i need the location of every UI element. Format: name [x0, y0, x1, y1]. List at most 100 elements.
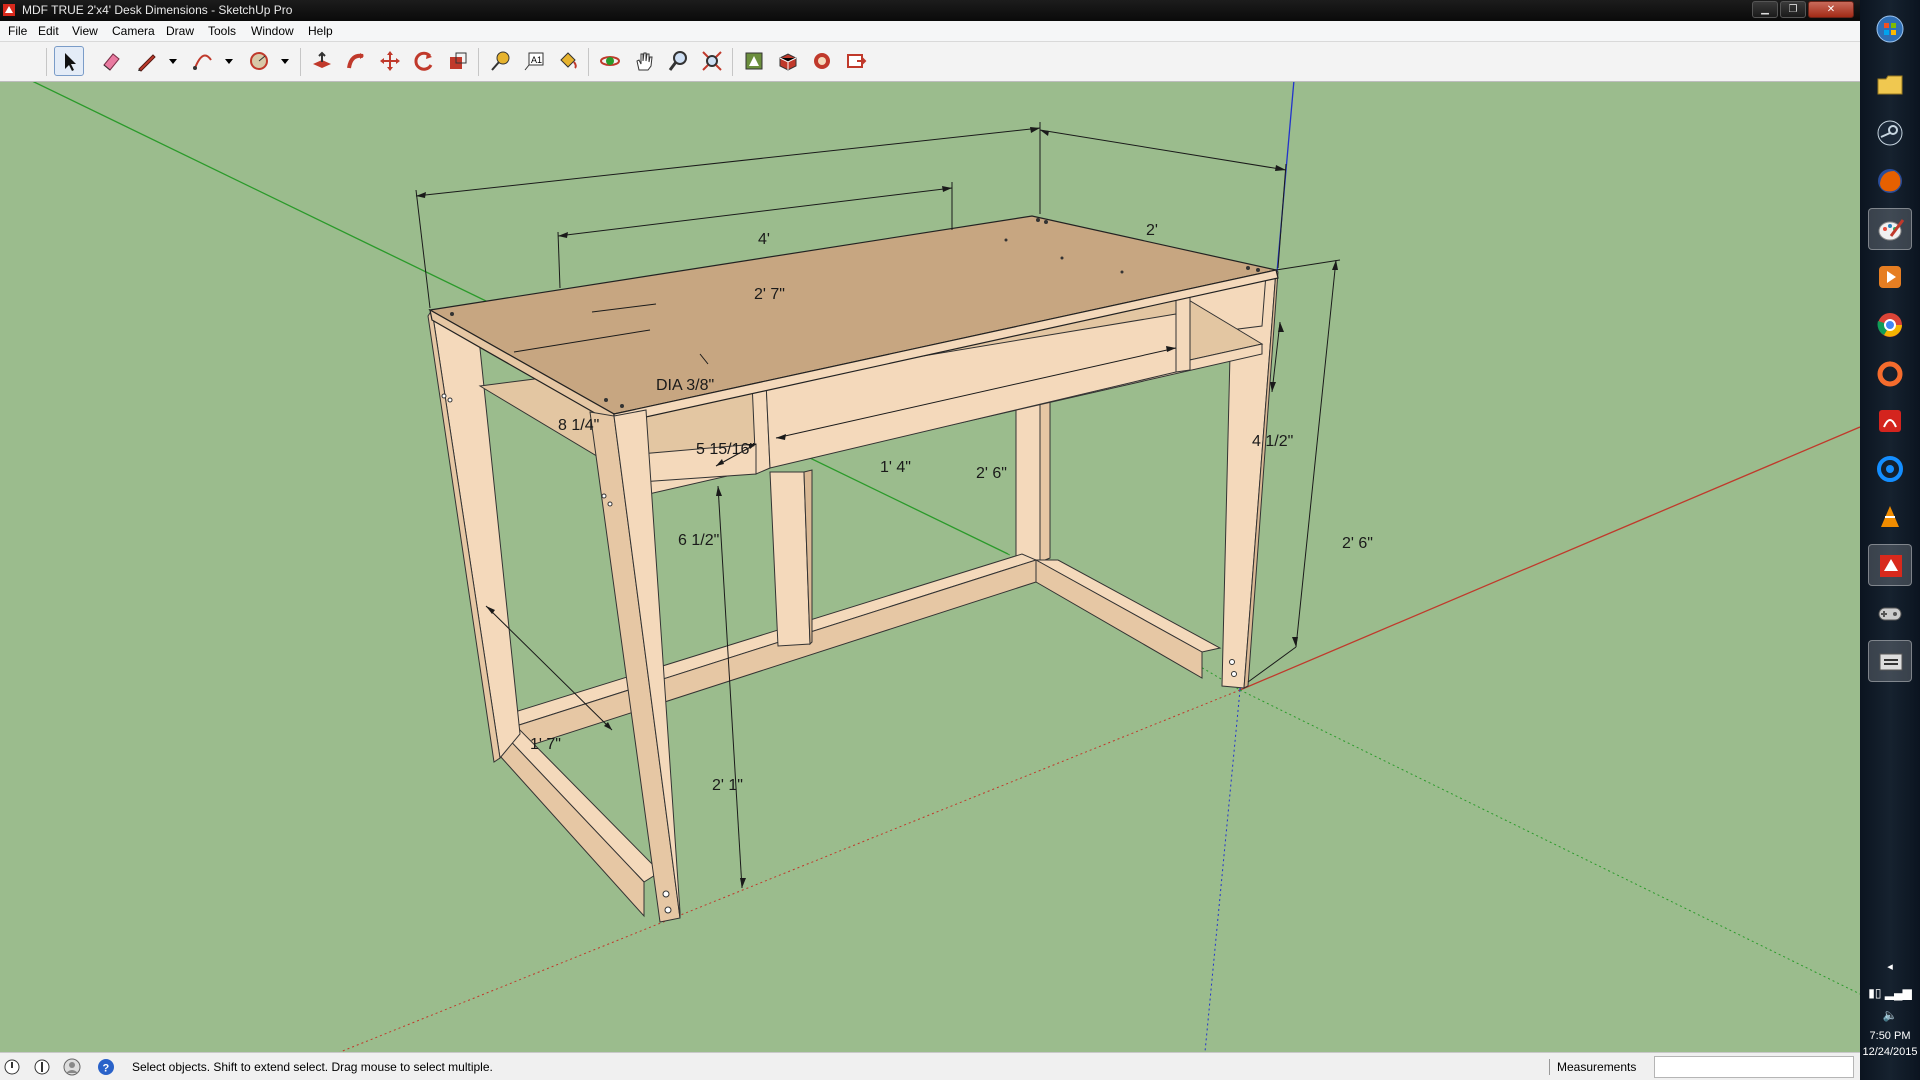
dim-hole-label: DIA 3/8": [656, 377, 714, 394]
taskbar-chrome[interactable]: [1868, 304, 1912, 346]
geo-location-icon[interactable]: [3, 1058, 21, 1076]
measurements-input[interactable]: [1654, 1056, 1854, 1078]
taskbar-sketchup[interactable]: [1868, 544, 1912, 586]
minimize-button[interactable]: ▁: [1752, 1, 1778, 18]
red-axis-hidden: [339, 689, 1241, 1052]
back-left-leg: [427, 308, 521, 763]
dim-top-length-label: 2' 7": [754, 286, 785, 303]
start-button[interactable]: [1868, 8, 1912, 50]
push-pull-icon: [313, 51, 331, 68]
text-icon: A1: [524, 52, 544, 71]
eraser-tool[interactable]: [96, 46, 126, 76]
menu-edit[interactable]: Edit: [38, 24, 59, 38]
middle-support-leg: [769, 469, 813, 647]
sketchup-icon: [1880, 555, 1902, 577]
toolbar-separator: [300, 48, 301, 76]
tray-volume-icon[interactable]: 🔈: [1860, 1008, 1920, 1022]
zoom-tool[interactable]: [663, 46, 693, 76]
arc-tool[interactable]: [188, 46, 218, 76]
title-bar[interactable]: MDF TRUE 2'x4' Desk Dimensions - SketchU…: [0, 0, 1860, 21]
menu-camera[interactable]: Camera: [112, 24, 155, 38]
red-axis: [1239, 426, 1860, 691]
dim-shelf-depth-label: 1' 4": [880, 459, 911, 476]
status-bar: ? Select objects. Shift to extend select…: [0, 1052, 1860, 1080]
chevron-down-icon[interactable]: [280, 56, 290, 66]
orbit-tool[interactable]: [595, 46, 625, 76]
toolbar-grip: [46, 48, 47, 76]
chevron-down-icon[interactable]: [224, 56, 234, 66]
help-icon[interactable]: ?: [97, 1058, 115, 1076]
clock-time[interactable]: 7:50 PM: [1860, 1030, 1920, 1042]
menu-bar: File Edit View Camera Draw Tools Window …: [0, 21, 1860, 42]
taskbar-firefox[interactable]: [1868, 160, 1912, 202]
right-bottom-rail: [1034, 559, 1222, 679]
3d-warehouse-tool[interactable]: [739, 46, 769, 76]
pan-tool[interactable]: [629, 46, 659, 76]
svg-text:A1: A1: [531, 55, 542, 65]
menu-tools[interactable]: Tools: [208, 24, 236, 38]
taskbar-steam[interactable]: [1868, 112, 1912, 154]
measurements-separator: [1549, 1059, 1550, 1075]
steam-icon: [1877, 120, 1903, 146]
scale-tool[interactable]: [443, 46, 473, 76]
follow-me-tool[interactable]: [341, 46, 371, 76]
arrow-icon: [65, 53, 76, 71]
restore-button[interactable]: ❐: [1780, 1, 1806, 18]
pencil-icon: [138, 54, 156, 72]
extension-warehouse-tool[interactable]: [773, 46, 803, 76]
hand-icon: [636, 52, 653, 71]
zoom-extents-tool[interactable]: [697, 46, 727, 76]
windows-orb-icon: [1876, 15, 1904, 43]
move-tool[interactable]: [375, 46, 405, 76]
tape-measure-tool[interactable]: [485, 46, 515, 76]
rotate-tool[interactable]: [409, 46, 439, 76]
taskbar-vlc[interactable]: [1868, 496, 1912, 538]
dim-cubby-label: 6 1/2": [678, 532, 719, 549]
send-to-layout-tool[interactable]: [841, 46, 871, 76]
push-pull-tool[interactable]: [307, 46, 337, 76]
sketchup-window: MDF TRUE 2'x4' Desk Dimensions - SketchU…: [0, 0, 1860, 1080]
layout-tool[interactable]: [807, 46, 837, 76]
toolbar-separator: [588, 48, 589, 76]
close-button[interactable]: ✕: [1808, 1, 1854, 18]
green-axis-hidden-2: [1239, 689, 1860, 995]
taskbar-adobe-reader[interactable]: [1868, 400, 1912, 442]
menu-help[interactable]: Help: [308, 24, 333, 38]
text-tool[interactable]: A1: [519, 46, 549, 76]
dim-height-label: 2' 6": [1342, 535, 1373, 552]
pencil-line-tool[interactable]: [132, 46, 162, 76]
select-tool[interactable]: [54, 46, 84, 76]
extension-icon: [779, 53, 797, 71]
taskbar-media-player[interactable]: [1868, 256, 1912, 298]
origin-icon: [1877, 361, 1903, 387]
taskbar-paint[interactable]: [1868, 208, 1912, 250]
credits-icon[interactable]: [33, 1058, 51, 1076]
circle-tool[interactable]: [244, 46, 274, 76]
clock-date[interactable]: 12/24/2015: [1860, 1046, 1920, 1058]
scale-icon: [450, 52, 467, 69]
taskbar-network-manager[interactable]: [1868, 640, 1912, 682]
tray-network-status-icon[interactable]: ▮▯ ▂▄▆: [1860, 986, 1920, 1000]
taskbar-file-explorer[interactable]: [1868, 64, 1912, 106]
windows-taskbar: ◂ ▮▯ ▂▄▆ 🔈 7:50 PM 12/24/2015: [1860, 0, 1920, 1080]
follow-me-icon: [347, 53, 364, 69]
taskbar-battlenet[interactable]: [1868, 448, 1912, 490]
dim-offset-label: 5 15/16": [696, 441, 755, 458]
measurements-label: Measurements: [1557, 1060, 1637, 1074]
show-hidden-icons[interactable]: ◂: [1860, 960, 1920, 973]
menu-window[interactable]: Window: [251, 24, 294, 38]
menu-draw[interactable]: Draw: [166, 24, 194, 38]
3d-viewport[interactable]: 4' 2' 2' 7" DIA 3/8" 8 1/4" 5 15/16" 1' …: [0, 82, 1860, 1052]
user-icon[interactable]: [63, 1058, 81, 1076]
paint-bucket-tool[interactable]: [553, 46, 583, 76]
orbit-icon: [600, 56, 620, 66]
cubby-divider-right: [1175, 291, 1191, 373]
taskbar-origin[interactable]: [1868, 352, 1912, 394]
menu-view[interactable]: View: [72, 24, 98, 38]
chevron-down-icon[interactable]: [168, 56, 178, 66]
media-player-icon: [1879, 266, 1901, 288]
menu-file[interactable]: File: [8, 24, 27, 38]
taskbar-game-controller[interactable]: [1868, 592, 1912, 634]
folder-icon: [1877, 75, 1903, 95]
toolbar: A1: [0, 42, 1860, 82]
